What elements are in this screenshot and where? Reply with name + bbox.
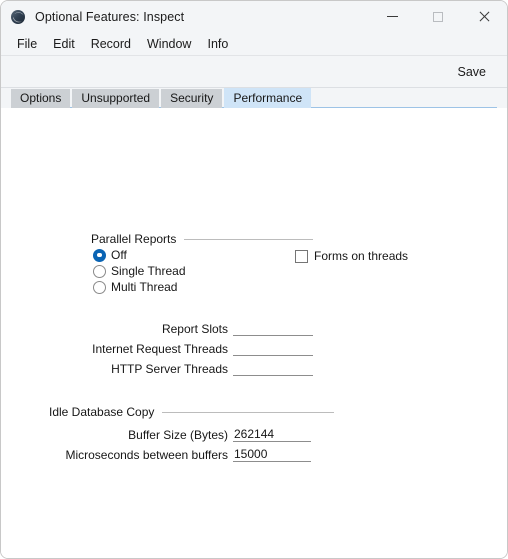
radio-parallel-reports-single-thread[interactable]: Single Thread bbox=[93, 264, 186, 278]
field-input-report-slots[interactable] bbox=[233, 321, 313, 336]
field-internet-request-threads: Internet Request Threads bbox=[88, 341, 313, 356]
menu-item-record[interactable]: Record bbox=[83, 35, 139, 53]
field-buffer-size: Buffer Size (Bytes) 262144 bbox=[53, 427, 311, 442]
toolbar: Save bbox=[1, 56, 507, 88]
minimize-icon bbox=[386, 16, 398, 17]
field-input-microseconds-between-buffers[interactable]: 15000 bbox=[233, 447, 311, 462]
performance-panel: Parallel Reports Off Single Thread Multi… bbox=[1, 108, 507, 558]
field-label-http-server-threads: HTTP Server Threads bbox=[111, 362, 228, 376]
menu-item-info[interactable]: Info bbox=[199, 35, 236, 53]
idle-database-copy-group-header: Idle Database Copy bbox=[49, 405, 335, 419]
tab-options[interactable]: Options bbox=[11, 89, 71, 108]
radio-indicator-multi-thread bbox=[93, 280, 106, 294]
field-http-server-threads: HTTP Server Threads bbox=[88, 361, 313, 376]
field-input-buffer-size[interactable]: 262144 bbox=[233, 427, 311, 442]
field-report-slots: Report Slots bbox=[88, 321, 313, 336]
radio-indicator-off bbox=[93, 248, 106, 262]
parallel-reports-rule bbox=[184, 238, 314, 240]
menubar: File Edit Record Window Info bbox=[1, 33, 507, 56]
maximize-button[interactable] bbox=[415, 1, 461, 32]
checkbox-forms-on-threads[interactable]: Forms on threads bbox=[295, 249, 408, 263]
field-label-buffer-size: Buffer Size (Bytes) bbox=[128, 428, 228, 442]
app-swoosh-icon bbox=[11, 9, 25, 24]
field-label-microseconds-between-buffers: Microseconds between buffers bbox=[65, 448, 228, 462]
checkbox-indicator-forms-on-threads bbox=[295, 249, 308, 263]
window-title: Optional Features: Inspect bbox=[35, 9, 185, 24]
window-controls bbox=[369, 1, 507, 32]
parallel-reports-group-header: Parallel Reports bbox=[91, 232, 314, 246]
field-input-internet-request-threads[interactable] bbox=[233, 341, 313, 356]
radio-parallel-reports-multi-thread[interactable]: Multi Thread bbox=[93, 280, 177, 294]
field-label-report-slots: Report Slots bbox=[161, 322, 228, 336]
radio-parallel-reports-off[interactable]: Off bbox=[93, 248, 127, 262]
menu-item-file[interactable]: File bbox=[9, 35, 45, 53]
radio-label-multi-thread: Multi Thread bbox=[111, 280, 178, 294]
radio-label-off: Off bbox=[111, 248, 127, 262]
field-microseconds-between-buffers: Microseconds between buffers 15000 bbox=[53, 447, 311, 462]
parallel-reports-group-label: Parallel Reports bbox=[91, 232, 177, 246]
radio-indicator-single-thread bbox=[93, 264, 106, 278]
checkbox-label-forms-on-threads: Forms on threads bbox=[314, 249, 409, 263]
idle-database-copy-rule bbox=[162, 411, 335, 413]
idle-database-copy-group-label: Idle Database Copy bbox=[49, 405, 155, 419]
titlebar: Optional Features: Inspect bbox=[1, 1, 507, 33]
tab-unsupported[interactable]: Unsupported bbox=[72, 89, 160, 108]
field-input-http-server-threads[interactable] bbox=[233, 361, 313, 376]
optional-features-window: Optional Features: Inspect File Edit Rec… bbox=[0, 0, 508, 559]
maximize-icon bbox=[433, 11, 443, 22]
field-label-internet-request-threads: Internet Request Threads bbox=[92, 342, 228, 356]
menu-item-edit[interactable]: Edit bbox=[45, 35, 83, 53]
minimize-button[interactable] bbox=[369, 1, 415, 32]
close-icon bbox=[478, 11, 490, 23]
tab-security[interactable]: Security bbox=[161, 89, 223, 108]
menu-item-window[interactable]: Window bbox=[139, 35, 199, 53]
save-button[interactable]: Save bbox=[452, 63, 493, 81]
tab-strip: Options Unsupported Security Performance bbox=[1, 88, 507, 108]
close-button[interactable] bbox=[461, 1, 507, 32]
radio-label-single-thread: Single Thread bbox=[111, 264, 186, 278]
tab-performance[interactable]: Performance bbox=[224, 88, 312, 108]
